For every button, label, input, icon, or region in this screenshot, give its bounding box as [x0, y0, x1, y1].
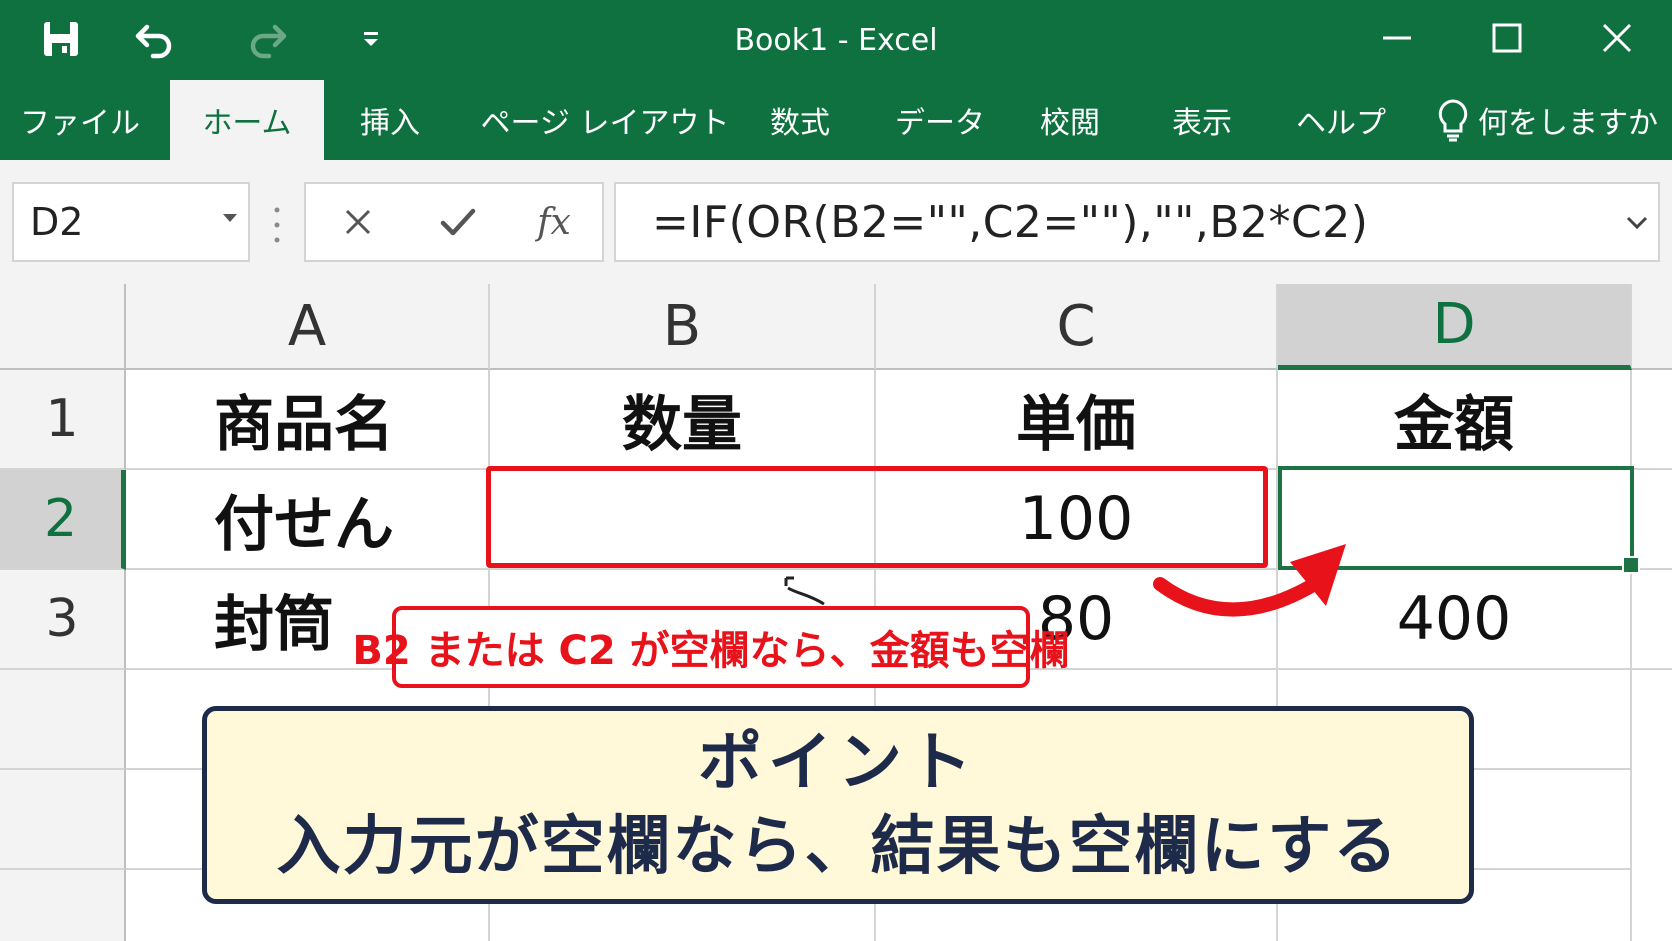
tab-home[interactable]: ホーム	[170, 80, 324, 160]
close-button[interactable]	[1572, 8, 1662, 68]
cell-e1[interactable]	[1632, 370, 1672, 470]
row-header-5[interactable]	[0, 770, 126, 870]
column-header-e-partial[interactable]	[1632, 284, 1672, 370]
row-header-6[interactable]	[0, 870, 126, 941]
cell-c1[interactable]: 単価	[876, 370, 1278, 470]
tab-formulas[interactable]: 数式	[750, 80, 850, 160]
maximize-button[interactable]	[1462, 8, 1552, 68]
redo-button[interactable]	[232, 10, 302, 68]
formula-buttons: fx	[304, 182, 604, 262]
chevron-down-icon	[364, 32, 378, 46]
checkmark-icon	[440, 208, 476, 236]
column-header-c[interactable]: C	[876, 284, 1278, 370]
fx-icon: fx	[537, 201, 571, 243]
insert-function-button[interactable]: fx	[514, 184, 594, 260]
cell-a1[interactable]: 商品名	[126, 370, 490, 470]
point-body: 入力元が空欄なら、結果も空欄にする	[276, 810, 1400, 884]
maximize-icon	[1492, 23, 1522, 53]
annotation-red-label: B2 または C2 が空欄なら、金額も空欄	[352, 606, 1070, 688]
chevron-down-icon	[1626, 216, 1648, 230]
column-header-a[interactable]: A	[126, 284, 490, 370]
cell-a2[interactable]: 付せん	[126, 470, 490, 570]
point-callout: ポイント 入力元が空欄なら、結果も空欄にする	[202, 706, 1474, 904]
save-button[interactable]	[26, 10, 96, 68]
point-title: ポイント	[698, 726, 978, 800]
save-icon	[44, 22, 78, 56]
formula-bar-resize-handle[interactable]	[272, 200, 282, 250]
name-box-value: D2	[30, 200, 84, 244]
tell-me-search[interactable]: 何をしますか	[1436, 80, 1658, 160]
lightbulb-icon	[1438, 99, 1468, 142]
undo-button[interactable]	[120, 10, 190, 68]
minimize-button[interactable]	[1352, 8, 1442, 68]
tab-data[interactable]: データ	[880, 80, 1000, 160]
row-header-4[interactable]	[0, 670, 126, 770]
select-all-corner[interactable]	[0, 284, 126, 370]
cell-b1[interactable]: 数量	[490, 370, 876, 470]
tab-view[interactable]: 表示	[1152, 80, 1252, 160]
row-header-1[interactable]: 1	[0, 370, 126, 470]
fill-handle[interactable]	[1622, 556, 1640, 574]
grip-dots-icon	[274, 207, 280, 243]
minimize-icon	[1383, 36, 1411, 40]
customize-quick-access-button[interactable]	[336, 10, 406, 68]
redo-icon	[250, 24, 287, 59]
tab-help[interactable]: ヘルプ	[1286, 80, 1396, 160]
column-header-d[interactable]: D	[1278, 284, 1632, 370]
cell-e2[interactable]	[1632, 470, 1672, 570]
tab-file[interactable]: ファイル	[0, 80, 160, 160]
tab-page-layout[interactable]: ページ レイアウト	[470, 80, 740, 160]
row-header-2[interactable]: 2	[0, 470, 126, 570]
column-header-b[interactable]: B	[490, 284, 876, 370]
tell-me-label: 何をしますか	[1478, 106, 1658, 141]
name-box-dropdown[interactable]	[220, 208, 240, 228]
tab-review[interactable]: 校閲	[1020, 80, 1120, 160]
name-box[interactable]: D2	[12, 182, 250, 262]
close-icon	[1602, 23, 1632, 53]
chevron-down-icon	[223, 214, 237, 222]
undo-icon	[135, 24, 172, 59]
cell-d1[interactable]: 金額	[1278, 370, 1632, 470]
formula-text: =IF(OR(B2="",C2=""),"",B2*C2)	[652, 196, 1369, 248]
formula-input[interactable]: =IF(OR(B2="",C2=""),"",B2*C2)	[614, 182, 1660, 262]
enter-button[interactable]	[418, 184, 498, 260]
close-icon	[345, 209, 371, 235]
cancel-button[interactable]	[318, 184, 398, 260]
expand-formula-bar-button[interactable]	[1622, 208, 1652, 238]
red-arrow-icon	[1153, 544, 1346, 617]
tab-insert[interactable]: 挿入	[340, 80, 440, 160]
cell-e3[interactable]	[1632, 570, 1672, 670]
row-header-3[interactable]: 3	[0, 570, 126, 670]
